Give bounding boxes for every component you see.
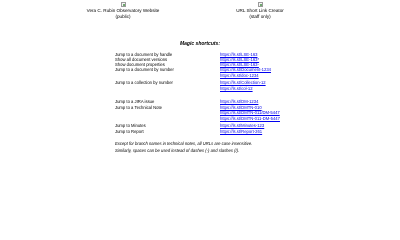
- shortcut-link[interactable]: https://ls.st/DMTN-011/DM-5447: [220, 110, 280, 115]
- shortcut-row: Jump to a JIRA issue https://ls.st/DM-12…: [115, 99, 315, 104]
- shortcut-label: Jump to a collection by number: [115, 80, 173, 85]
- page: Vera C. Rubin Observatory Website (publi…: [0, 0, 400, 225]
- shortcut-row: https://ls.st/DMTN-011-DM-5447: [115, 116, 315, 121]
- shortcut-link[interactable]: https://ls.st/col-12: [220, 86, 253, 91]
- shortcut-link[interactable]: https://ls.st/Minutes-123: [220, 123, 264, 128]
- shortcut-link[interactable]: https://ls.st/DMTN-011-DM-5447: [220, 116, 280, 121]
- shortcut-link[interactable]: https://ls.st/Document-1234: [220, 67, 271, 72]
- page-title: Magic shortcuts:: [179, 41, 220, 47]
- url-shortener-subtitle: (staff only): [249, 13, 271, 19]
- shortcut-link[interactable]: https://ls.st/doc-1234: [220, 73, 259, 78]
- spaces-note: Similarly, spaces can be used instead of…: [115, 148, 240, 153]
- shortcut-row: Jump to Report https://ls.st/Report-261: [115, 129, 315, 134]
- shortcut-row: https://ls.st/DMTN-011/DM-5447: [115, 110, 315, 115]
- shortcut-label: Jump to Report: [115, 129, 144, 134]
- broken-image-icon[interactable]: [257, 2, 263, 7]
- shortcut-row: Jump to a document by number https://ls.…: [115, 67, 315, 72]
- shortcut-row: Jump to a collection by number https://l…: [115, 80, 315, 85]
- rubin-website-subtitle: (public): [115, 13, 131, 19]
- rubin-website-header[interactable]: Vera C. Rubin Observatory Website (publi…: [63, 2, 183, 19]
- shortcut-link[interactable]: https://ls.st/Report-261: [220, 129, 262, 134]
- case-insensitivity-note: Except for branch names in technical not…: [115, 141, 253, 146]
- shortcut-label: Jump to Minutes: [115, 123, 146, 128]
- shortcut-label: Jump to a document by number: [115, 67, 174, 72]
- url-shortener-header[interactable]: URL Short Link Creator (staff only): [200, 2, 320, 19]
- shortcut-row: https://ls.st/col-12: [115, 86, 315, 91]
- shortcut-link[interactable]: https://ls.st/DM-1234: [220, 99, 258, 104]
- broken-image-icon[interactable]: [120, 2, 126, 7]
- shortcut-row: Jump to Minutes https://ls.st/Minutes-12…: [115, 123, 315, 128]
- shortcut-row: https://ls.st/doc-1234: [115, 73, 315, 78]
- shortcut-label: Jump to a JIRA issue: [115, 99, 155, 104]
- url-shortener-title: URL Short Link Creator: [236, 8, 284, 14]
- shortcut-link[interactable]: https://ls.st/Collection-12: [220, 80, 266, 85]
- rubin-website-title: Vera C. Rubin Observatory Website: [86, 8, 160, 14]
